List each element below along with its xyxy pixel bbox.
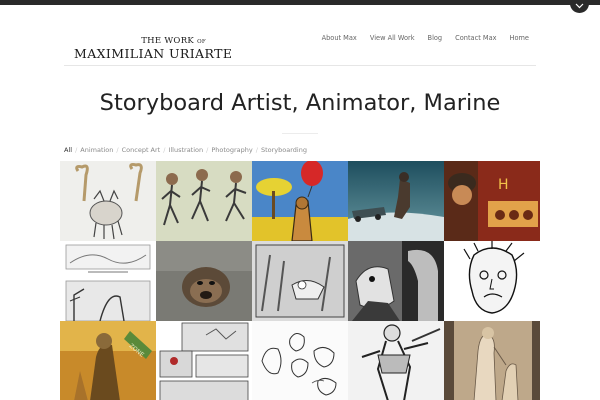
- portfolio-grid: H ZONE: [60, 161, 540, 400]
- portfolio-item[interactable]: [156, 321, 252, 400]
- filter-photography[interactable]: Photography: [211, 146, 252, 154]
- top-bar: [0, 0, 600, 5]
- filter-concept-art[interactable]: Concept Art: [122, 146, 161, 154]
- filter-animation[interactable]: Animation: [80, 146, 113, 154]
- portfolio-thumbnail: [60, 161, 156, 241]
- chevron-down-icon: [575, 3, 584, 9]
- filter-storyboarding[interactable]: Storyboarding: [261, 146, 307, 154]
- portfolio-item[interactable]: [252, 241, 348, 321]
- nav-blog[interactable]: Blog: [428, 34, 443, 42]
- portfolio-filters: All / Animation / Concept Art / Illustra…: [64, 146, 307, 154]
- portfolio-thumbnail: [444, 321, 540, 400]
- portfolio-thumbnail: [252, 241, 348, 321]
- logo-tagline-text: THE WORK: [141, 36, 195, 46]
- filter-separator: /: [163, 146, 166, 154]
- portfolio-item[interactable]: [156, 161, 252, 241]
- portfolio-item[interactable]: [444, 321, 540, 400]
- portfolio-thumbnail: H: [444, 161, 540, 241]
- portfolio-thumbnail: [60, 241, 156, 321]
- portfolio-thumbnail: [348, 321, 444, 400]
- portfolio-item[interactable]: [60, 161, 156, 241]
- nav-contact[interactable]: Contact Max: [455, 34, 496, 42]
- portfolio-thumbnail: [156, 161, 252, 241]
- filter-separator: /: [255, 146, 258, 154]
- filter-all[interactable]: All: [64, 146, 72, 154]
- page-title: Storyboard Artist, Animator, Marine: [99, 90, 501, 116]
- portfolio-thumbnail: ZONE: [60, 321, 156, 400]
- portfolio-item[interactable]: [252, 161, 348, 241]
- portfolio-item[interactable]: [348, 241, 444, 321]
- title-divider: [282, 133, 318, 134]
- portfolio-item[interactable]: ZONE: [60, 321, 156, 400]
- portfolio-item[interactable]: [348, 321, 444, 400]
- portfolio-thumbnail: [252, 321, 348, 400]
- portfolio-item[interactable]: [252, 321, 348, 400]
- logo-name: MAXIMILIAN URIARTE: [74, 46, 233, 61]
- logo-of-text: OF: [197, 39, 206, 45]
- site-logo[interactable]: THE WORK OF MAXIMILIAN URIARTE: [74, 36, 233, 61]
- portfolio-thumbnail: [444, 241, 540, 321]
- portfolio-item[interactable]: [60, 241, 156, 321]
- svg-text:H: H: [498, 177, 509, 193]
- filter-illustration[interactable]: Illustration: [168, 146, 203, 154]
- portfolio-item[interactable]: [156, 241, 252, 321]
- portfolio-thumbnail: [156, 241, 252, 321]
- portfolio-item[interactable]: [444, 241, 540, 321]
- main-nav: About Max View All Work Blog Contact Max…: [322, 34, 529, 42]
- portfolio-item[interactable]: H: [444, 161, 540, 241]
- portfolio-thumbnail: [156, 321, 252, 400]
- portfolio-thumbnail: [348, 241, 444, 321]
- nav-view-all-work[interactable]: View All Work: [370, 34, 415, 42]
- topbar-toggle-button[interactable]: [570, 0, 589, 13]
- nav-home[interactable]: Home: [510, 34, 529, 42]
- portfolio-item[interactable]: [348, 161, 444, 241]
- filter-separator: /: [206, 146, 209, 154]
- header-divider: [64, 65, 536, 66]
- nav-about[interactable]: About Max: [322, 34, 357, 42]
- filter-separator: /: [75, 146, 78, 154]
- filter-separator: /: [116, 146, 119, 154]
- portfolio-thumbnail: [252, 161, 348, 241]
- portfolio-thumbnail: [348, 161, 444, 241]
